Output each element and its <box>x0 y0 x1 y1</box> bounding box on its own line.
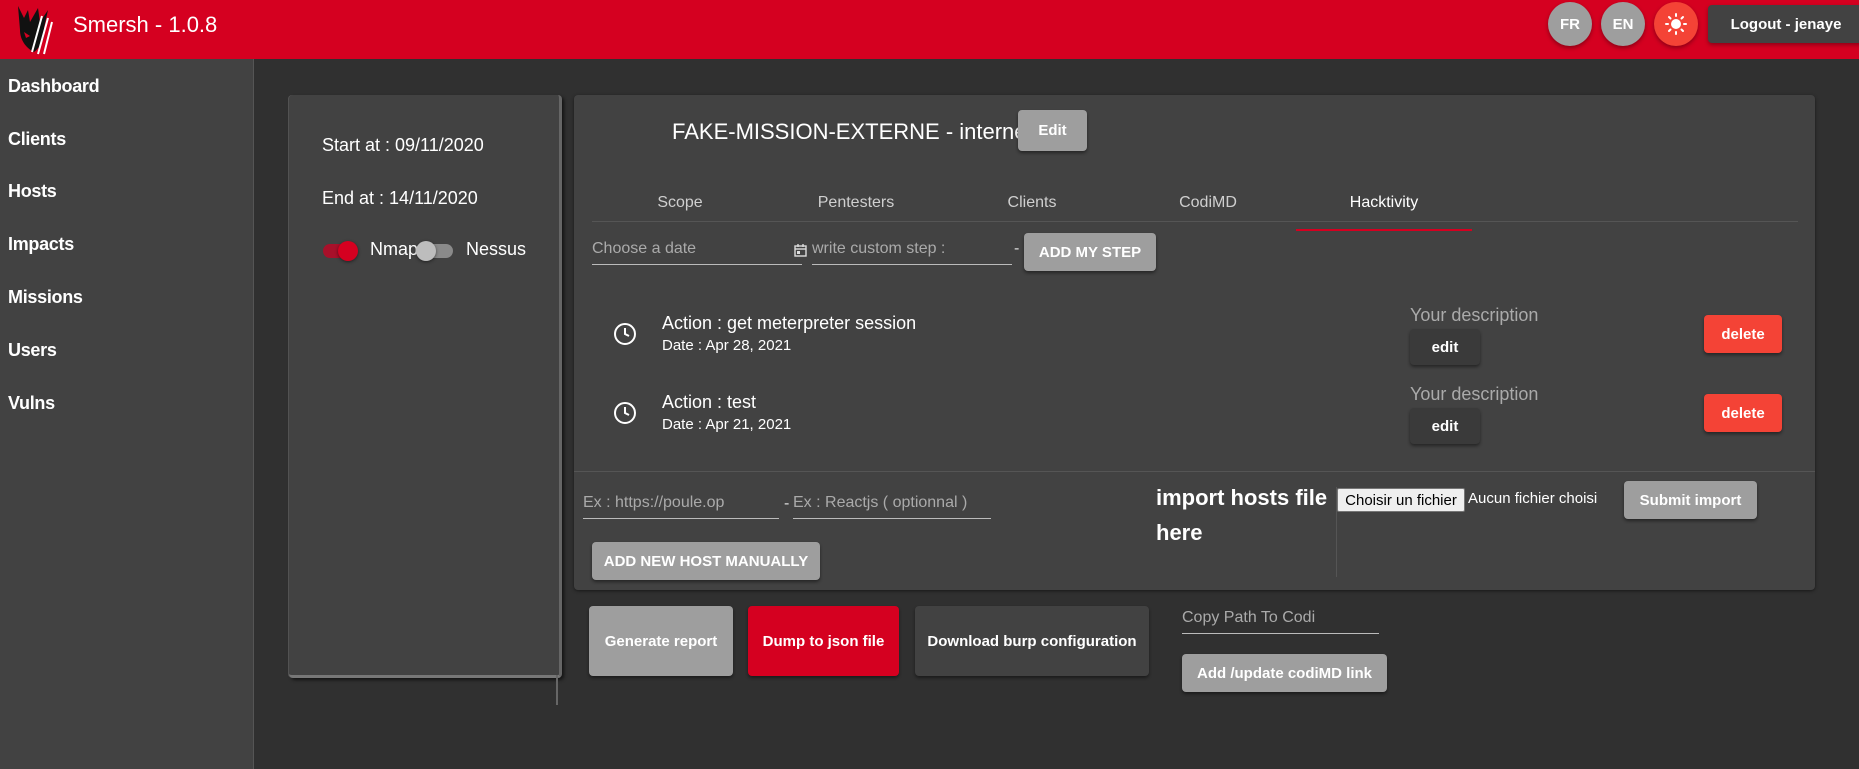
host-url-input[interactable]: Ex : https://poule.op <box>583 492 779 519</box>
nessus-toggle[interactable] <box>416 241 453 261</box>
card-scrollbar[interactable] <box>556 675 558 705</box>
mission-title: FAKE-MISSION-EXTERNE - interne <box>672 119 1027 144</box>
sun-icon <box>1665 13 1687 35</box>
edit-action-button[interactable]: edit <box>1410 408 1480 444</box>
codi-path-input[interactable]: Copy Path To Codi <box>1182 607 1379 634</box>
action-title: Action : test <box>662 392 757 412</box>
sidebar-item-impacts[interactable]: Impacts <box>8 234 74 255</box>
dump-json-button[interactable]: Dump to json file <box>748 606 899 676</box>
language-fr-button[interactable]: FR <box>1548 2 1592 46</box>
action-description: Your description <box>1410 384 1539 404</box>
sidebar-item-dashboard[interactable]: Dashboard <box>8 76 100 97</box>
action-description: Your description <box>1410 305 1539 325</box>
mission-detail-card: FAKE-MISSION-EXTERNE - interne Edit Scop… <box>574 95 1815 590</box>
file-status-text: Aucun fichier choisi <box>1468 490 1598 507</box>
nmap-label: Nmap <box>370 239 419 259</box>
theme-toggle-button[interactable] <box>1654 2 1698 46</box>
tab-codimd[interactable]: CodiMD <box>1120 185 1296 229</box>
download-burp-config-button[interactable]: Download burp configuration <box>915 606 1149 676</box>
tab-hacktivity[interactable]: Hacktivity <box>1296 185 1472 231</box>
clock-icon <box>614 402 636 424</box>
mission-end-date: End at : 14/11/2020 <box>322 188 478 208</box>
add-step-button[interactable]: ADD MY STEP <box>1024 233 1156 271</box>
import-hosts-label: import hosts file here <box>1156 485 1328 545</box>
tab-divider <box>592 221 1798 222</box>
tab-pentesters[interactable]: Pentesters <box>768 185 944 229</box>
custom-step-input[interactable]: write custom step : <box>812 238 1012 265</box>
delete-action-button[interactable]: delete <box>1704 315 1782 353</box>
action-date: Date : Apr 28, 2021 <box>662 337 792 354</box>
app-title: Smersh - 1.0.8 <box>73 12 218 37</box>
add-host-manually-button[interactable]: ADD NEW HOST MANUALLY <box>592 542 820 580</box>
edit-mission-button[interactable]: Edit <box>1018 110 1087 151</box>
nmap-toggle[interactable] <box>323 241 358 261</box>
sidebar-item-vulns[interactable]: Vulns <box>8 393 55 414</box>
sidebar-item-clients[interactable]: Clients <box>8 129 66 150</box>
sidebar-item-hosts[interactable]: Hosts <box>8 181 57 202</box>
calendar-icon[interactable] <box>794 244 807 257</box>
action-date: Date : Apr 21, 2021 <box>662 416 792 433</box>
logout-button[interactable]: Logout - jenaye <box>1708 5 1859 43</box>
nessus-label: Nessus <box>466 239 527 259</box>
sidebar-item-missions[interactable]: Missions <box>8 287 83 308</box>
step-separator: - <box>1014 240 1020 257</box>
language-en-button[interactable]: EN <box>1601 2 1645 46</box>
host-technology-input[interactable]: Ex : Reactjs ( optionnal ) <box>793 492 991 519</box>
tab-scope[interactable]: Scope <box>592 185 768 229</box>
sidebar-item-users[interactable]: Users <box>8 340 57 361</box>
host-separator: - <box>784 495 790 512</box>
delete-action-button[interactable]: delete <box>1704 394 1782 432</box>
submit-import-button[interactable]: Submit import <box>1624 481 1757 519</box>
action-title: Action : get meterpreter session <box>662 313 917 333</box>
sidebar: Dashboard Clients Hosts Impacts Missions… <box>0 59 254 769</box>
choose-file-button[interactable]: Choisir un fichier <box>1337 488 1465 512</box>
mission-info-card: Start at : 09/11/2020 End at : 14/11/202… <box>289 95 562 678</box>
smersh-logo-icon <box>18 6 53 55</box>
clock-icon <box>614 323 636 345</box>
update-codimd-link-button[interactable]: Add /update codiMD link <box>1182 654 1387 692</box>
generate-report-button[interactable]: Generate report <box>589 606 733 676</box>
tab-clients[interactable]: Clients <box>944 185 1120 229</box>
section-divider <box>574 471 1815 472</box>
mission-start-date: Start at : 09/11/2020 <box>322 135 484 155</box>
top-app-bar: Smersh - 1.0.8 FR EN Logout - jenaye <box>0 0 1859 59</box>
step-date-input[interactable]: Choose a date <box>592 238 802 265</box>
edit-action-button[interactable]: edit <box>1410 329 1480 365</box>
